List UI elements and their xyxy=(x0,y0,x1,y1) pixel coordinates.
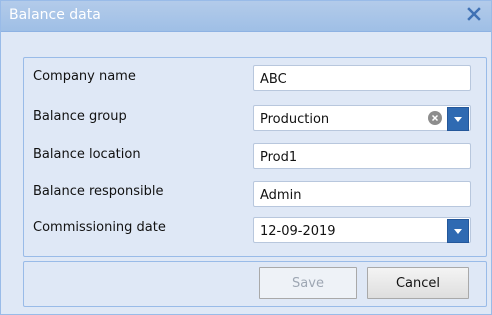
balance-responsible-input[interactable]: Admin xyxy=(253,181,471,207)
balance-group-label: Balance group xyxy=(33,109,127,124)
cancel-button[interactable]: Cancel xyxy=(367,267,469,299)
commissioning-date-value: 12-09-2019 xyxy=(260,224,336,239)
balance-location-input[interactable]: Prod1 xyxy=(253,143,471,169)
company-name-label: Company name xyxy=(33,69,136,84)
commissioning-date-label: Commissioning date xyxy=(33,220,166,235)
balance-responsible-value: Admin xyxy=(260,188,302,203)
commissioning-date-dropdown-button[interactable] xyxy=(447,219,469,243)
company-name-value: ABC xyxy=(260,72,287,87)
dialog-title: Balance data xyxy=(9,7,101,23)
balance-responsible-label: Balance responsible xyxy=(33,184,164,199)
chevron-down-icon xyxy=(453,224,463,239)
company-name-input[interactable]: ABC xyxy=(253,65,471,91)
clear-button[interactable] xyxy=(428,111,442,125)
save-button[interactable]: Save xyxy=(259,267,357,299)
balance-location-value: Prod1 xyxy=(260,150,298,165)
chevron-down-icon xyxy=(453,112,463,127)
close-icon xyxy=(467,6,481,25)
clear-icon xyxy=(431,111,439,126)
balance-group-value: Production xyxy=(260,112,330,127)
commissioning-date-picker[interactable]: 12-09-2019 xyxy=(253,217,471,243)
balance-group-dropdown-button[interactable] xyxy=(447,107,469,131)
dialog-title-bar: Balance data xyxy=(1,1,491,32)
balance-data-dialog: Balance data Company name ABC Balance gr… xyxy=(0,0,492,315)
close-button[interactable] xyxy=(463,3,485,27)
balance-group-combo[interactable]: Production xyxy=(253,105,471,131)
balance-location-label: Balance location xyxy=(33,147,141,162)
